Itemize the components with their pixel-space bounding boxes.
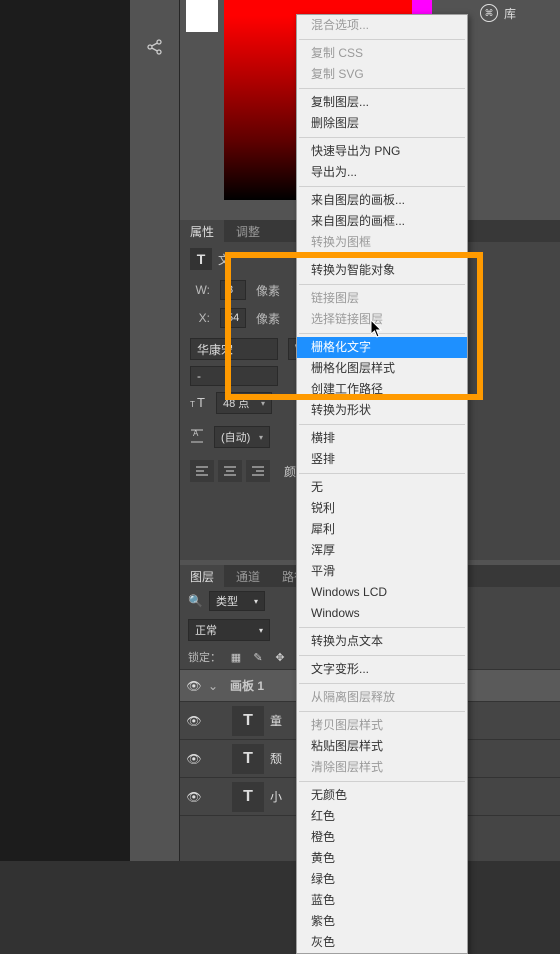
menu-release-isolation[interactable]: 从隔离图层释放 [297, 687, 467, 708]
visibility-icon[interactable]: 👁 [180, 752, 208, 766]
menu-select-linked[interactable]: 选择链接图层 [297, 309, 467, 330]
menu-aa-windows[interactable]: Windows [297, 603, 467, 624]
menu-color-gray[interactable]: 灰色 [297, 932, 467, 953]
font-size-icon: TT [190, 395, 208, 412]
lock-brush-icon[interactable]: ✎ [251, 650, 265, 664]
visibility-icon[interactable]: 👁 [180, 679, 208, 693]
x-input[interactable] [220, 308, 246, 328]
menu-delete-layer[interactable]: 删除图层 [297, 113, 467, 134]
cc-libraries-icon[interactable]: ⌘ [480, 4, 498, 22]
menu-blend-options[interactable]: 混合选项... [297, 15, 467, 36]
menu-color-yellow[interactable]: 黄色 [297, 848, 467, 869]
tab-channels[interactable]: 通道 [226, 565, 270, 587]
align-left-button[interactable] [190, 460, 214, 482]
share-icon[interactable] [138, 30, 172, 64]
font-family-select[interactable]: 华康宋 [190, 338, 278, 360]
menu-export-as[interactable]: 导出为... [297, 162, 467, 183]
x-label: X: [190, 311, 210, 325]
menu-create-work-path[interactable]: 创建工作路径 [297, 379, 467, 400]
type-layer-thumb: T [232, 744, 264, 774]
type-layer-icon: T [190, 248, 212, 270]
lock-pixels-icon[interactable]: ▦ [229, 650, 243, 664]
svg-text:T: T [190, 400, 195, 409]
menu-convert-shape[interactable]: 转换为形状 [297, 400, 467, 421]
library-bar: ⌘ 库 [470, 0, 560, 26]
visibility-icon[interactable]: 👁 [180, 790, 208, 804]
lock-label: 锁定： [188, 649, 221, 665]
menu-convert-point-text[interactable]: 转换为点文本 [297, 631, 467, 652]
search-icon[interactable]: 🔍 [188, 594, 203, 608]
width-input[interactable] [220, 280, 246, 300]
menu-vertical[interactable]: 竖排 [297, 449, 467, 470]
menu-copy-svg[interactable]: 复制 SVG [297, 64, 467, 85]
menu-quick-export-png[interactable]: 快速导出为 PNG [297, 141, 467, 162]
menu-color-green[interactable]: 绿色 [297, 869, 467, 890]
menu-aa-smooth[interactable]: 平滑 [297, 561, 467, 582]
type-layer-label: 文 [218, 251, 230, 268]
menu-no-color[interactable]: 无颜色 [297, 785, 467, 806]
layer-name: 小 [270, 788, 282, 805]
x-unit: 像素 [256, 310, 280, 327]
library-label[interactable]: 库 [504, 5, 516, 22]
menu-artboard-from-layers[interactable]: 来自图层的画板... [297, 190, 467, 211]
menu-color-purple[interactable]: 紫色 [297, 911, 467, 932]
font-size-input[interactable]: 48 点▾ [216, 392, 272, 414]
align-right-button[interactable] [246, 460, 270, 482]
width-unit: 像素 [256, 282, 280, 299]
menu-frame-from-layers[interactable]: 来自图层的画框... [297, 211, 467, 232]
visibility-icon[interactable]: 👁 [180, 714, 208, 728]
tool-column [130, 0, 180, 861]
menu-aa-sharp[interactable]: 锐利 [297, 498, 467, 519]
left-dark-rail [0, 0, 130, 861]
menu-clear-layer-style[interactable]: 清除图层样式 [297, 757, 467, 778]
blend-mode-select[interactable]: 正常▾ [188, 619, 270, 641]
tab-layers[interactable]: 图层 [180, 565, 224, 587]
menu-rasterize-type[interactable]: 栅格化文字 [297, 337, 467, 358]
menu-aa-none[interactable]: 无 [297, 477, 467, 498]
menu-duplicate-layer[interactable]: 复制图层... [297, 92, 467, 113]
menu-link-layers[interactable]: 链接图层 [297, 288, 467, 309]
layer-context-menu: 混合选项... 复制 CSS 复制 SVG 复制图层... 删除图层 快速导出为… [296, 14, 468, 954]
menu-color-blue[interactable]: 蓝色 [297, 890, 467, 911]
lock-position-icon[interactable]: ✥ [273, 650, 287, 664]
menu-color-red[interactable]: 红色 [297, 806, 467, 827]
menu-copy-css[interactable]: 复制 CSS [297, 43, 467, 64]
tab-properties[interactable]: 属性 [180, 220, 224, 242]
menu-paste-layer-style[interactable]: 粘贴图层样式 [297, 736, 467, 757]
type-layer-thumb: T [232, 782, 264, 812]
menu-aa-crisp[interactable]: 犀利 [297, 519, 467, 540]
menu-copy-layer-style[interactable]: 拷贝图层样式 [297, 715, 467, 736]
menu-color-orange[interactable]: 橙色 [297, 827, 467, 848]
leading-input[interactable]: (自动)▾ [214, 426, 270, 448]
svg-text:T: T [197, 395, 205, 409]
menu-aa-windows-lcd[interactable]: Windows LCD [297, 582, 467, 603]
type-layer-thumb: T [232, 706, 264, 736]
align-center-button[interactable] [218, 460, 242, 482]
tab-adjustments[interactable]: 调整 [226, 220, 270, 242]
foreground-swatch[interactable] [186, 0, 218, 32]
leading-icon: A [190, 428, 206, 447]
menu-horizontal[interactable]: 横排 [297, 428, 467, 449]
chevron-down-icon[interactable]: ⌄ [208, 679, 226, 693]
menu-aa-strong[interactable]: 浑厚 [297, 540, 467, 561]
layer-name: 童 [270, 712, 282, 729]
width-label: W: [190, 283, 210, 297]
color-label: 颜 [284, 463, 296, 480]
font-style-select[interactable]: - [190, 366, 278, 386]
layer-name: 颓 [270, 750, 282, 767]
menu-convert-smart[interactable]: 转换为智能对象 [297, 260, 467, 281]
menu-convert-frame[interactable]: 转换为图框 [297, 232, 467, 253]
menu-warp-text[interactable]: 文字变形... [297, 659, 467, 680]
artboard-name: 画板 1 [230, 677, 264, 694]
filter-kind-select[interactable]: 类型▾ [209, 591, 265, 611]
menu-rasterize-style[interactable]: 栅格化图层样式 [297, 358, 467, 379]
